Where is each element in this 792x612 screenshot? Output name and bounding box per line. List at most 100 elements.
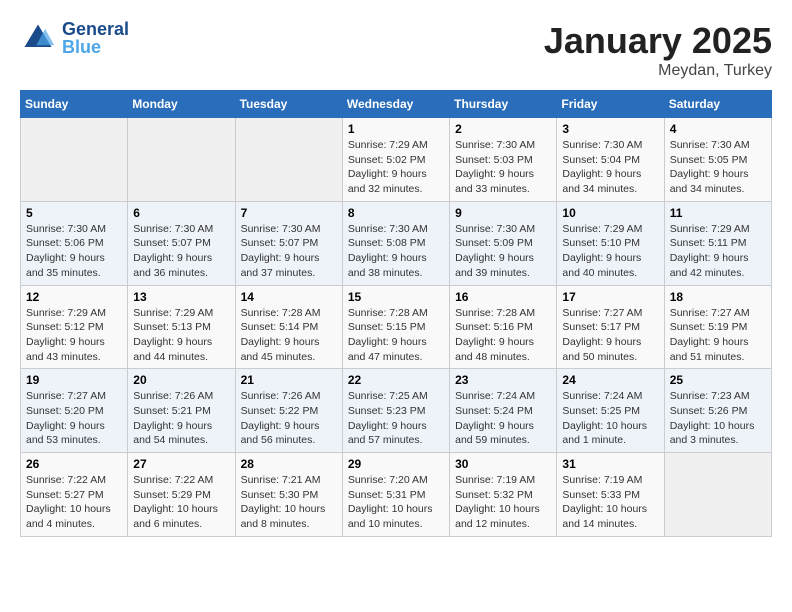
calendar-body: 1Sunrise: 7:29 AMSunset: 5:02 PMDaylight… (21, 118, 772, 537)
day-info: Sunrise: 7:24 AMSunset: 5:24 PMDaylight:… (455, 389, 551, 448)
calendar-day-cell: 1Sunrise: 7:29 AMSunset: 5:02 PMDaylight… (342, 118, 449, 202)
day-number: 28 (241, 457, 337, 471)
calendar-day-cell: 19 Sunrise: 7:27 AMSunset: 5:20 PMDayligh… (21, 369, 128, 453)
calendar-day-cell (664, 453, 771, 537)
calendar-day-cell: 13 Sunrise: 7:29 AMSunset: 5:13 PMDayligh… (128, 285, 235, 369)
calendar-day-cell: 24Sunrise: 7:24 AMSunset: 5:25 PMDayligh… (557, 369, 664, 453)
day-info: Sunrise: 7:28 AMSunset: 5:16 PMDaylight:… (455, 306, 551, 365)
day-info: Sunrise: 7:19 AMSunset: 5:32 PMDaylight:… (455, 473, 551, 532)
day-number: 3 (562, 122, 658, 136)
day-number: 10 (562, 206, 658, 220)
calendar-day-cell: 14 Sunrise: 7:28 AMSunset: 5:14 PMDayligh… (235, 285, 342, 369)
weekday-header-cell: Sunday (21, 91, 128, 118)
logo-icon (20, 20, 56, 56)
calendar-day-cell: 10 Sunrise: 7:29 AMSunset: 5:10 PMDayligh… (557, 201, 664, 285)
weekday-header-cell: Wednesday (342, 91, 449, 118)
calendar-day-cell: 29 Sunrise: 7:20 AMSunset: 5:31 PMDayligh… (342, 453, 449, 537)
day-info: Sunrise: 7:29 AMSunset: 5:13 PMDaylight:… (133, 306, 229, 365)
day-number: 27 (133, 457, 229, 471)
weekday-header-row: SundayMondayTuesdayWednesdayThursdayFrid… (21, 91, 772, 118)
day-number: 24 (562, 373, 658, 387)
day-info: Sunrise: 7:30 AMSunset: 5:05 PMDaylight:… (670, 138, 766, 197)
day-number: 9 (455, 206, 551, 220)
calendar-day-cell: 20 Sunrise: 7:26 AMSunset: 5:21 PMDayligh… (128, 369, 235, 453)
day-number: 31 (562, 457, 658, 471)
day-number: 12 (26, 290, 122, 304)
calendar-week-row: 26Sunrise: 7:22 AMSunset: 5:27 PMDayligh… (21, 453, 772, 537)
day-info: Sunrise: 7:26 AMSunset: 5:22 PMDaylight:… (241, 389, 337, 448)
title-block: January 2025 Meydan, Turkey (544, 20, 772, 80)
day-info: Sunrise: 7:27 AMSunset: 5:17 PMDaylight:… (562, 306, 658, 365)
calendar: SundayMondayTuesdayWednesdayThursdayFrid… (20, 90, 772, 537)
day-number: 18 (670, 290, 766, 304)
day-info: Sunrise: 7:22 AMSunset: 5:27 PMDaylight:… (26, 473, 122, 532)
day-number: 2 (455, 122, 551, 136)
day-info: Sunrise: 7:20 AMSunset: 5:31 PMDaylight:… (348, 473, 444, 532)
day-info: Sunrise: 7:30 AMSunset: 5:06 PMDaylight:… (26, 222, 122, 281)
day-info: Sunrise: 7:28 AMSunset: 5:14 PMDaylight:… (241, 306, 337, 365)
day-info: Sunrise: 7:23 AMSunset: 5:26 PMDaylight:… (670, 389, 766, 448)
day-number: 14 (241, 290, 337, 304)
day-number: 30 (455, 457, 551, 471)
calendar-day-cell: 28 Sunrise: 7:21 AMSunset: 5:30 PMDayligh… (235, 453, 342, 537)
calendar-day-cell: 17 Sunrise: 7:27 AMSunset: 5:17 PMDayligh… (557, 285, 664, 369)
day-number: 23 (455, 373, 551, 387)
day-number: 8 (348, 206, 444, 220)
calendar-day-cell: 3 Sunrise: 7:30 AMSunset: 5:04 PMDaylight… (557, 118, 664, 202)
calendar-day-cell: 6 Sunrise: 7:30 AMSunset: 5:07 PMDaylight… (128, 201, 235, 285)
day-number: 21 (241, 373, 337, 387)
calendar-day-cell (128, 118, 235, 202)
logo-line1: General (62, 20, 129, 38)
day-number: 11 (670, 206, 766, 220)
day-info: Sunrise: 7:30 AMSunset: 5:09 PMDaylight:… (455, 222, 551, 281)
day-info: Sunrise: 7:29 AMSunset: 5:02 PMDaylight:… (348, 138, 444, 197)
calendar-day-cell: 12 Sunrise: 7:29 AMSunset: 5:12 PMDayligh… (21, 285, 128, 369)
day-info: Sunrise: 7:30 AMSunset: 5:04 PMDaylight:… (562, 138, 658, 197)
calendar-day-cell: 5 Sunrise: 7:30 AMSunset: 5:06 PMDaylight… (21, 201, 128, 285)
day-info: Sunrise: 7:29 AMSunset: 5:10 PMDaylight:… (562, 222, 658, 281)
day-info: Sunrise: 7:21 AMSunset: 5:30 PMDaylight:… (241, 473, 337, 532)
day-number: 19 (26, 373, 122, 387)
day-number: 17 (562, 290, 658, 304)
calendar-week-row: 12 Sunrise: 7:29 AMSunset: 5:12 PMDayligh… (21, 285, 772, 369)
day-info: Sunrise: 7:27 AMSunset: 5:19 PMDaylight:… (670, 306, 766, 365)
day-info: Sunrise: 7:28 AMSunset: 5:15 PMDaylight:… (348, 306, 444, 365)
day-info: Sunrise: 7:30 AMSunset: 5:07 PMDaylight:… (133, 222, 229, 281)
calendar-day-cell: 15Sunrise: 7:28 AMSunset: 5:15 PMDayligh… (342, 285, 449, 369)
day-number: 16 (455, 290, 551, 304)
calendar-day-cell (235, 118, 342, 202)
day-number: 13 (133, 290, 229, 304)
day-number: 22 (348, 373, 444, 387)
calendar-day-cell: 8Sunrise: 7:30 AMSunset: 5:08 PMDaylight… (342, 201, 449, 285)
calendar-day-cell: 31Sunrise: 7:19 AMSunset: 5:33 PMDayligh… (557, 453, 664, 537)
calendar-day-cell: 22 Sunrise: 7:25 AMSunset: 5:23 PMDayligh… (342, 369, 449, 453)
day-number: 20 (133, 373, 229, 387)
calendar-day-cell: 18 Sunrise: 7:27 AMSunset: 5:19 PMDayligh… (664, 285, 771, 369)
day-info: Sunrise: 7:25 AMSunset: 5:23 PMDaylight:… (348, 389, 444, 448)
calendar-day-cell: 30 Sunrise: 7:19 AMSunset: 5:32 PMDayligh… (450, 453, 557, 537)
calendar-day-cell: 2 Sunrise: 7:30 AMSunset: 5:03 PMDaylight… (450, 118, 557, 202)
calendar-day-cell: 21 Sunrise: 7:26 AMSunset: 5:22 PMDayligh… (235, 369, 342, 453)
weekday-header-cell: Tuesday (235, 91, 342, 118)
day-number: 5 (26, 206, 122, 220)
logo: General Blue (20, 20, 129, 56)
calendar-week-row: 5 Sunrise: 7:30 AMSunset: 5:06 PMDaylight… (21, 201, 772, 285)
calendar-day-cell (21, 118, 128, 202)
day-info: Sunrise: 7:22 AMSunset: 5:29 PMDaylight:… (133, 473, 229, 532)
calendar-week-row: 19 Sunrise: 7:27 AMSunset: 5:20 PMDayligh… (21, 369, 772, 453)
day-number: 6 (133, 206, 229, 220)
day-info: Sunrise: 7:27 AMSunset: 5:20 PMDaylight:… (26, 389, 122, 448)
day-info: Sunrise: 7:30 AMSunset: 5:07 PMDaylight:… (241, 222, 337, 281)
day-number: 29 (348, 457, 444, 471)
calendar-day-cell: 25 Sunrise: 7:23 AMSunset: 5:26 PMDayligh… (664, 369, 771, 453)
calendar-week-row: 1Sunrise: 7:29 AMSunset: 5:02 PMDaylight… (21, 118, 772, 202)
page-header: General Blue January 2025 Meydan, Turkey (20, 20, 772, 80)
day-number: 25 (670, 373, 766, 387)
calendar-day-cell: 11Sunrise: 7:29 AMSunset: 5:11 PMDayligh… (664, 201, 771, 285)
logo-line2: Blue (62, 38, 129, 56)
day-info: Sunrise: 7:26 AMSunset: 5:21 PMDaylight:… (133, 389, 229, 448)
day-info: Sunrise: 7:29 AMSunset: 5:12 PMDaylight:… (26, 306, 122, 365)
calendar-day-cell: 27 Sunrise: 7:22 AMSunset: 5:29 PMDayligh… (128, 453, 235, 537)
calendar-day-cell: 9 Sunrise: 7:30 AMSunset: 5:09 PMDaylight… (450, 201, 557, 285)
day-info: Sunrise: 7:30 AMSunset: 5:03 PMDaylight:… (455, 138, 551, 197)
